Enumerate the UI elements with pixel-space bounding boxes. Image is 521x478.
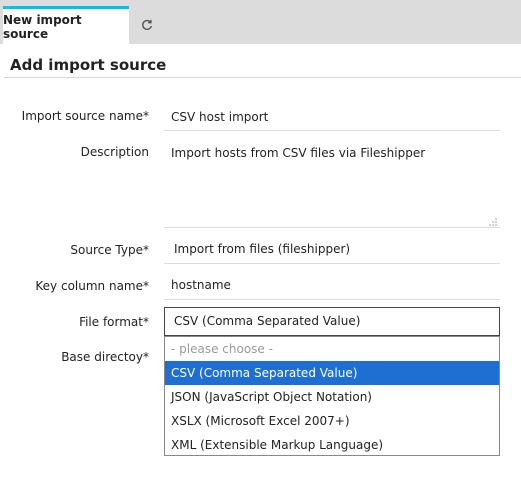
description-value: Import hosts from CSV files via Fileship… (171, 146, 426, 160)
main-content: Add import source Import source name* CS… (0, 44, 521, 478)
source-type-select[interactable]: Import from files (fileshipper) (164, 235, 500, 264)
key-column-name-value: hostname (171, 278, 231, 292)
import-source-name-input[interactable]: CSV host import (164, 103, 500, 131)
source-type-value: Import from files (fileshipper) (174, 242, 351, 256)
description-label: Description (80, 145, 149, 159)
dropdown-option-xml[interactable]: XML (Extensible Markup Language) (165, 433, 499, 457)
description-textarea[interactable]: Import hosts from CSV files via Fileship… (164, 139, 500, 228)
file-format-value: CSV (Comma Separated Value) (174, 314, 361, 328)
title-divider (4, 77, 521, 78)
file-format-select[interactable]: CSV (Comma Separated Value) (164, 307, 500, 336)
key-column-name-input[interactable]: hostname (164, 271, 500, 300)
dropdown-option-json[interactable]: JSON (JavaScript Object Notation) (165, 385, 499, 409)
key-column-name-label: Key column name* (35, 279, 149, 293)
resize-grip-icon[interactable] (489, 215, 497, 226)
file-format-label: File format* (79, 315, 149, 329)
base-directory-label: Base directoy* (61, 350, 149, 364)
dropdown-option-please-choose[interactable]: - please choose - (165, 337, 499, 361)
file-format-dropdown: - please choose - CSV (Comma Separated V… (164, 336, 500, 456)
tab-new-import-source[interactable]: New import source (3, 6, 129, 44)
page-title: Add import source (10, 56, 167, 74)
refresh-button[interactable] (131, 6, 163, 44)
refresh-icon (141, 16, 153, 35)
tab-label: New import source (3, 12, 82, 41)
import-source-name-label: Import source name* (21, 109, 149, 123)
tab-bar: New import source (0, 0, 521, 45)
import-source-name-value: CSV host import (171, 110, 269, 124)
dropdown-option-csv[interactable]: CSV (Comma Separated Value) (165, 361, 499, 385)
source-type-label: Source Type* (70, 243, 149, 257)
dropdown-option-xslx[interactable]: XSLX (Microsoft Excel 2007+) (165, 409, 499, 433)
